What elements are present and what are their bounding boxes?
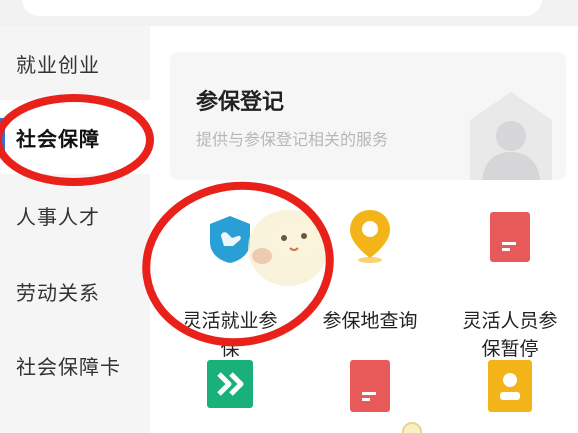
service-label: 参保地查询 [322,310,418,332]
sidebar-item-social-security[interactable]: 社会保障 [0,100,150,174]
service-insurance-location-query[interactable]: 参保地查询 [300,206,440,336]
sidebar-item-personnel[interactable]: 人事人才 [0,178,150,252]
service-label: 灵活人员参 [462,310,558,332]
double-chevron-icon [207,360,253,408]
top-search-area [0,0,578,26]
banner-title: 参保登记 [196,90,285,115]
sidebar-item-employment[interactable]: 就业创业 [0,26,150,100]
location-pin-icon [350,210,390,263]
document-red-icon [490,212,530,262]
category-sidebar: 就业创业 社会保障 人事人才 劳动关系 社会保障卡 [0,26,150,433]
sidebar-item-social-security-card[interactable]: 社会保障卡 [0,328,150,402]
search-bar[interactable] [22,0,542,16]
service-panel: 参保登记 提供与参保登记相关的服务 灵活就业参 保 参保地查询 灵活人员参 保暂… [150,26,578,433]
sidebar-item-label: 就业创业 [16,52,100,77]
category-banner[interactable]: 参保登记 提供与参保登记相关的服务 [170,52,566,180]
banner-subtitle: 提供与参保登记相关的服务 [196,130,389,149]
service-item-5[interactable] [300,360,440,433]
document-red-icon [350,360,390,412]
sidebar-item-label: 劳动关系 [16,280,100,305]
id-card-icon [488,360,532,412]
service-item-6[interactable] [440,360,578,433]
sidebar-item-label: 社会保障卡 [16,354,121,379]
service-flexible-employment-insurance[interactable]: 灵活就业参 保 [160,206,300,360]
shield-hand-icon [210,216,250,263]
sidebar-item-labor-relations[interactable]: 劳动关系 [0,254,150,328]
building-avatar-icon [470,92,552,180]
sidebar-item-label: 人事人才 [16,204,100,229]
service-label: 灵活就业参 [182,310,278,332]
service-flexible-personnel-suspension[interactable]: 灵活人员参 保暂停 [440,206,578,360]
service-item-4[interactable] [160,360,300,433]
sidebar-item-label: 社会保障 [16,126,100,151]
